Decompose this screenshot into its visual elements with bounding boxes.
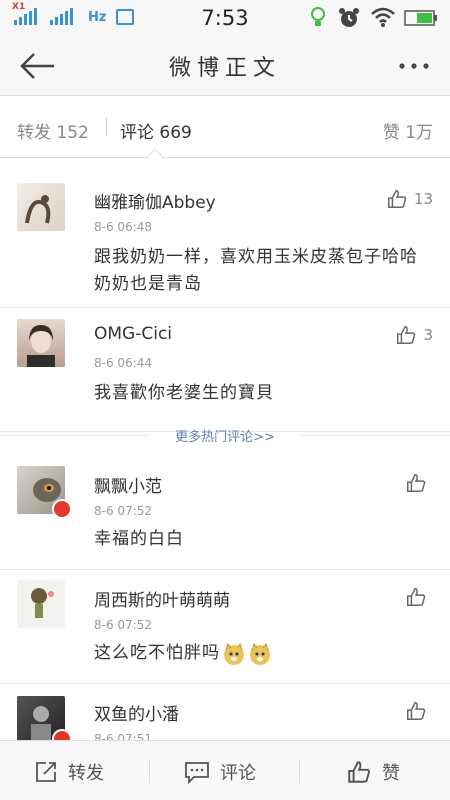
commenter-name[interactable]: 双鱼的小潘: [94, 700, 179, 725]
active-tab-caret-icon: [146, 148, 164, 159]
battery-icon: [404, 10, 437, 26]
thumbs-up-icon: [407, 702, 426, 720]
more-hot-comments-link[interactable]: 更多热门评论>>: [0, 426, 450, 445]
doge-emoji-icon: [224, 642, 244, 665]
comment-button[interactable]: 评论: [184, 759, 256, 785]
tab-divider: [106, 118, 107, 136]
comment-text: 这么吃不怕胖吗: [94, 643, 220, 663]
comment-time: 8-6 07:52: [94, 504, 152, 518]
comment-item: OMG-Cici 8-6 06:44 我喜歡你老婆生的寶貝 3: [0, 308, 450, 432]
like-count: 13: [413, 190, 433, 208]
wifi-icon: [371, 7, 395, 27]
lightbulb-icon: [311, 7, 325, 26]
avatar[interactable]: [17, 580, 65, 628]
tab-comment[interactable]: 评论 669: [120, 118, 192, 143]
comment-label: 评论: [220, 763, 256, 784]
comment-item: 周西斯的叶萌萌萌 8-6 07:52 这么吃不怕胖吗: [0, 570, 450, 684]
comment-text-row: 这么吃不怕胖吗: [94, 640, 424, 667]
comment-list: 幽雅瑜伽Abbey 8-6 06:48 跟我奶奶一样，喜欢用玉米皮蒸包子哈哈奶奶…: [0, 172, 450, 754]
repost-button[interactable]: 转发: [34, 759, 104, 785]
repost-label: 转发: [68, 763, 104, 784]
nav-bar: 微博正文: [0, 36, 450, 96]
comment-time: 8-6 06:48: [94, 220, 152, 234]
status-bar: X1 Hz 7:53: [0, 0, 450, 36]
comment-text: 跟我奶奶一样，喜欢用玉米皮蒸包子哈哈奶奶也是青岛: [94, 247, 418, 294]
like-count: 3: [423, 326, 433, 344]
comment-item: 幽雅瑜伽Abbey 8-6 06:48 跟我奶奶一样，喜欢用玉米皮蒸包子哈哈奶奶…: [0, 172, 450, 308]
more-hot-comments: 更多热门评论>>: [0, 426, 450, 446]
avatar[interactable]: [17, 319, 65, 367]
bottom-action-bar: 转发 评论 赞: [0, 740, 450, 800]
thumbs-up-icon: [397, 326, 416, 344]
commenter-name[interactable]: 周西斯的叶萌萌萌: [94, 586, 230, 611]
like-button[interactable]: 赞: [346, 759, 400, 785]
tab-repost[interactable]: 转发 152: [17, 118, 89, 143]
comment-time: 8-6 06:44: [94, 356, 152, 370]
commenter-name[interactable]: OMG-Cici: [94, 324, 172, 344]
thumbs-up-icon: [387, 190, 407, 208]
comment-like-button[interactable]: [405, 472, 433, 494]
comment-like-button[interactable]: [405, 700, 433, 722]
thumbs-up-icon: [407, 474, 426, 492]
comment-like-button[interactable]: 3: [395, 324, 433, 346]
comment-like-button[interactable]: [405, 586, 433, 608]
comment-item: 飘飘小范 8-6 07:52 幸福的白白: [0, 456, 450, 570]
page-title: 微博正文: [168, 56, 281, 81]
bottom-divider: [299, 759, 300, 783]
avatar[interactable]: [17, 183, 65, 231]
comment-text: 我喜歡你老婆生的寶貝: [94, 383, 274, 403]
comment-time: 8-6 07:52: [94, 618, 152, 632]
thumbs-up-icon: [407, 588, 426, 606]
doge-emoji-icon: [250, 642, 270, 665]
thumbs-up-icon: [348, 761, 371, 783]
bottom-divider: [149, 759, 150, 783]
comment-text: 幸福的白白: [94, 529, 184, 549]
tab-like[interactable]: 赞 1万: [383, 118, 433, 143]
like-label: 赞: [382, 763, 400, 784]
more-options-icon[interactable]: [396, 54, 432, 78]
share-edit-icon: [36, 762, 56, 782]
verified-badge-icon: [52, 499, 72, 519]
comment-bubble-icon: [185, 762, 209, 784]
comment-like-button[interactable]: 13: [386, 188, 433, 210]
commenter-name[interactable]: 幽雅瑜伽Abbey: [94, 188, 216, 213]
tab-bar: 转发 152 评论 669 赞 1万: [0, 96, 450, 158]
alarm-clock-icon: [339, 8, 359, 27]
commenter-name[interactable]: 飘飘小范: [94, 472, 162, 497]
